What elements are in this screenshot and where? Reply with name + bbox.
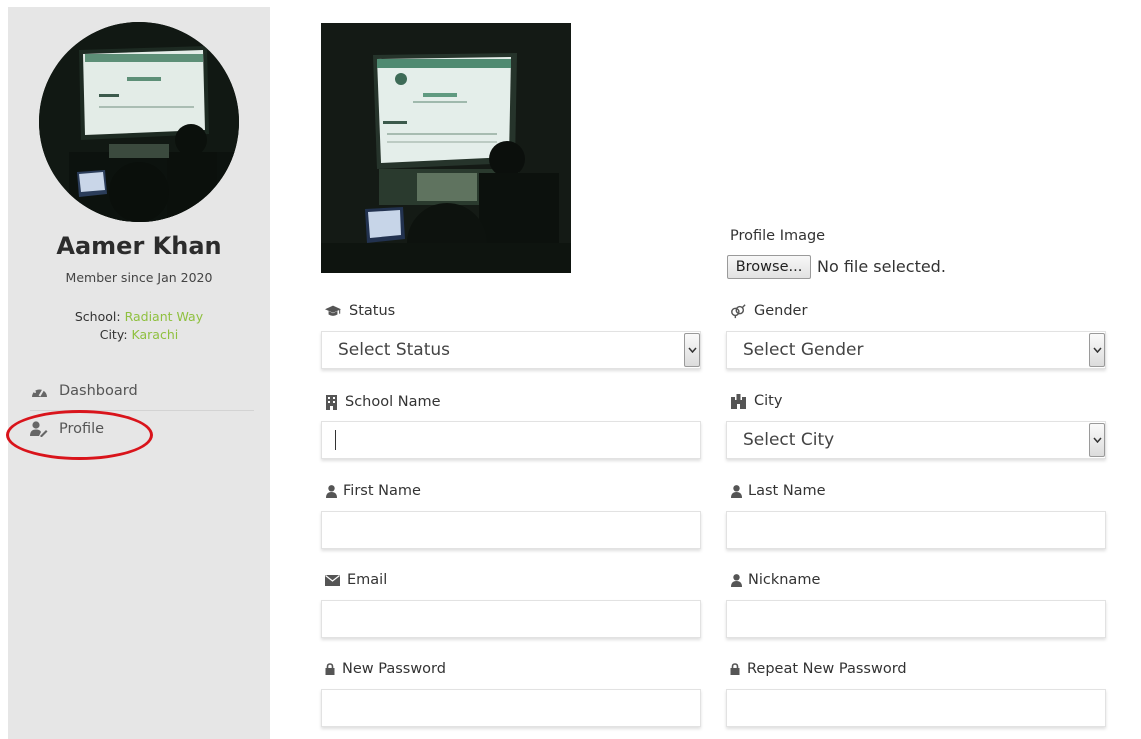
repeat-password-label-row: Repeat New Password [730, 661, 907, 677]
text-cursor [335, 430, 336, 450]
gender-icon [730, 303, 746, 319]
city-label-row: City [730, 393, 782, 409]
status-selected: Select Status [338, 340, 451, 360]
school-label: School: [74, 309, 121, 324]
sidebar-item-dashboard[interactable]: Dashboard [30, 373, 254, 409]
member-since: Member since Jan 2020 [65, 270, 213, 285]
sidebar-item-label: Dashboard [59, 383, 138, 399]
avatar [39, 22, 239, 222]
nickname-label: Nickname [748, 572, 821, 588]
city-label: City: [99, 327, 128, 342]
new-password-label: New Password [342, 661, 446, 677]
last-name-input[interactable] [726, 511, 1106, 549]
school-info: School: Radiant Way [8, 309, 270, 324]
new-password-label-row: New Password [325, 661, 446, 677]
castle-icon [730, 393, 746, 409]
user-icon [730, 572, 742, 588]
city-selected: Select City [743, 430, 835, 450]
email-label-row: Email [325, 572, 387, 588]
first-name-label: First Name [343, 483, 421, 499]
gender-select[interactable]: Select Gender [726, 331, 1106, 369]
status-label: Status [349, 303, 396, 319]
nickname-input[interactable] [726, 600, 1106, 638]
new-password-input[interactable] [321, 689, 701, 727]
user-icon [325, 483, 337, 499]
repeat-password-label: Repeat New Password [747, 661, 907, 677]
lock-icon [730, 661, 740, 677]
repeat-password-input[interactable] [726, 689, 1106, 727]
user-name: Aamer Khan [56, 232, 222, 260]
school-name-label: School Name [345, 394, 441, 410]
school-name-input[interactable] [321, 421, 701, 459]
sidebar: Aamer Khan Member since Jan 2020 School:… [8, 7, 270, 739]
chevron-down-icon[interactable] [684, 333, 700, 367]
browse-button[interactable]: Browse... [727, 255, 811, 279]
school-value[interactable]: Radiant Way [125, 309, 204, 324]
city-info: City: Karachi [8, 327, 270, 342]
first-name-input[interactable] [321, 511, 701, 549]
building-icon [325, 394, 337, 410]
lock-icon [325, 661, 335, 677]
no-file-text: No file selected. [817, 257, 946, 276]
user-icon [730, 483, 742, 499]
highlight-ellipse [6, 410, 153, 460]
graduation-cap-icon [325, 303, 341, 319]
last-name-label: Last Name [748, 483, 826, 499]
email-label: Email [347, 572, 388, 588]
email-field[interactable] [321, 600, 701, 638]
dashboard-icon [30, 383, 48, 399]
gender-label-row: Gender [730, 303, 807, 319]
city-label: City [754, 393, 783, 409]
profile-photo [321, 23, 571, 273]
first-name-label-row: First Name [325, 483, 421, 499]
chevron-down-icon[interactable] [1089, 333, 1105, 367]
city-select[interactable]: Select City [726, 421, 1106, 459]
status-select[interactable]: Select Status [321, 331, 701, 369]
chevron-down-icon[interactable] [1089, 423, 1105, 457]
status-label-row: Status [325, 303, 395, 319]
last-name-label-row: Last Name [730, 483, 826, 499]
gender-selected: Select Gender [743, 340, 864, 360]
city-value[interactable]: Karachi [132, 327, 179, 342]
profile-image-label: Profile Image [730, 228, 826, 244]
school-name-label-row: School Name [325, 394, 441, 410]
nickname-label-row: Nickname [730, 572, 820, 588]
envelope-icon [325, 572, 340, 588]
gender-label: Gender [754, 303, 808, 319]
